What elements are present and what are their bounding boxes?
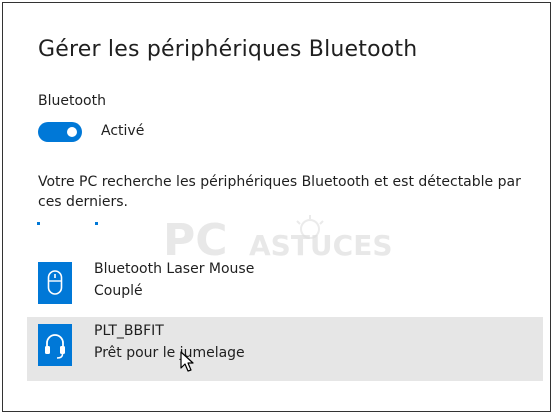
searching-progress-dot [95,222,98,225]
toggle-knob [67,127,77,137]
device-name: Bluetooth Laser Mouse [94,261,255,277]
device-item-plt-bbfit[interactable]: PLT_BBFIT Prêt pour le jumelage [27,317,543,381]
device-status: Prêt pour le jumelage [94,345,245,361]
device-name: PLT_BBFIT [94,323,164,339]
bluetooth-section-label: Bluetooth [38,93,106,109]
bluetooth-toggle[interactable] [38,122,82,142]
page-title: Gérer les périphériques Bluetooth [38,37,418,62]
device-item-laser-mouse[interactable]: Bluetooth Laser Mouse Couplé [27,255,543,319]
discovery-description: Votre PC recherche les périphériques Blu… [38,174,521,210]
bluetooth-toggle-label: Activé [101,123,145,139]
bluetooth-settings-panel: Gérer les périphériques Bluetooth Blueto… [2,2,551,412]
device-status: Couplé [94,283,143,299]
mouse-icon [38,262,72,304]
searching-progress-dot [37,222,40,225]
headset-icon [38,324,72,366]
